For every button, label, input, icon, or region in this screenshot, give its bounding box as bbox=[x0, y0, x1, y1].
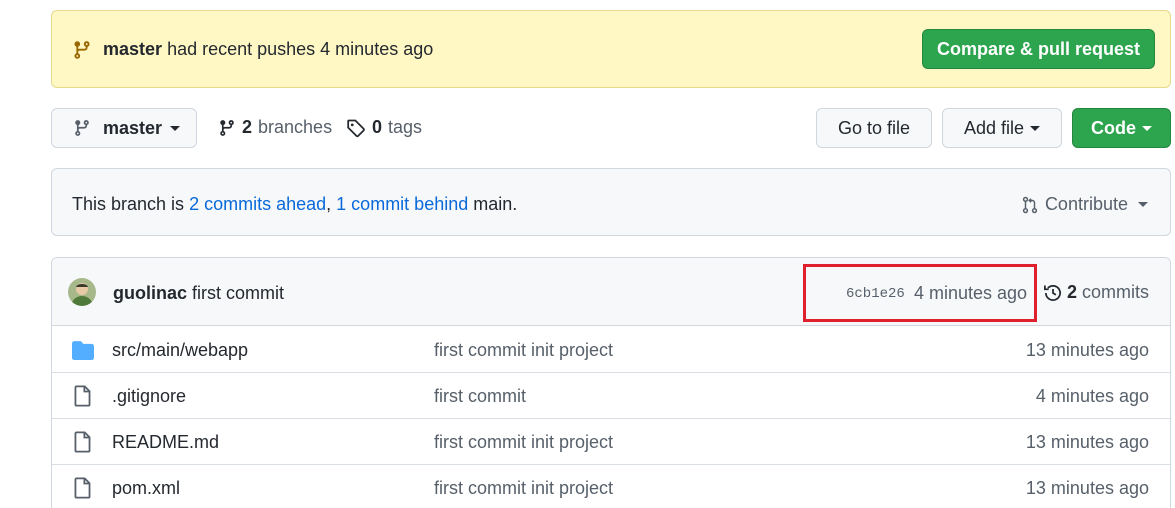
file-commit-message[interactable]: first commit bbox=[434, 386, 526, 407]
comparison-separator: , bbox=[326, 194, 332, 214]
file-commit-message[interactable]: first commit init project bbox=[434, 340, 613, 361]
branches-link[interactable]: 2 branches bbox=[218, 117, 332, 138]
branch-selector-label: master bbox=[103, 117, 163, 138]
file-commit-time: 4 minutes ago bbox=[1035, 386, 1149, 406]
commits-history-link[interactable]: 2 commits bbox=[1043, 282, 1149, 303]
file-commit-message[interactable]: first commit init project bbox=[434, 478, 613, 499]
add-file-label: Add file bbox=[963, 117, 1025, 138]
chevron-down-icon bbox=[1138, 202, 1148, 207]
list-item: README.md first commit init project 13 m… bbox=[52, 419, 1170, 465]
code-label: Code bbox=[1091, 117, 1136, 138]
list-item: pom.xml first commit init project 13 min… bbox=[52, 465, 1170, 508]
chevron-down-icon bbox=[1142, 125, 1152, 131]
history-icon bbox=[1044, 284, 1061, 301]
git-branch-icon bbox=[75, 120, 89, 136]
pull-request-icon bbox=[1022, 196, 1038, 213]
git-branch-icon bbox=[220, 119, 234, 136]
tags-count: 0 bbox=[372, 117, 383, 137]
file-name-link[interactable]: src/main/webapp bbox=[112, 340, 248, 361]
banner-text: master had recent pushes 4 minutes ago bbox=[103, 39, 433, 60]
branches-count: 2 bbox=[242, 117, 253, 137]
contribute-dropdown[interactable]: Contribute bbox=[1021, 194, 1148, 215]
file-icon bbox=[74, 477, 91, 499]
file-icon bbox=[74, 431, 91, 453]
commits-label: commits bbox=[1082, 282, 1150, 302]
tags-label: tags bbox=[388, 117, 423, 137]
add-file-button[interactable]: Add file bbox=[942, 108, 1062, 148]
file-commit-time: 13 minutes ago bbox=[1025, 340, 1149, 360]
file-commit-time: 13 minutes ago bbox=[1025, 478, 1149, 498]
file-name-link[interactable]: README.md bbox=[112, 432, 219, 453]
branch-comparison-bar: This branch is 2 commits ahead, 1 commit… bbox=[51, 168, 1171, 236]
folder-icon bbox=[72, 341, 94, 360]
commits-behind-link[interactable]: 1 commit behind bbox=[336, 194, 468, 214]
comparison-suffix: main. bbox=[473, 194, 518, 214]
branch-selector-button[interactable]: master bbox=[51, 108, 197, 148]
file-commit-time: 13 minutes ago bbox=[1025, 432, 1149, 452]
banner-branch-name[interactable]: master bbox=[103, 39, 162, 59]
file-list: guolinac first commit 6cb1e26 4 minutes … bbox=[51, 257, 1171, 508]
go-to-file-button[interactable]: Go to file bbox=[816, 108, 932, 148]
compare-pull-request-button[interactable]: Compare & pull request bbox=[922, 29, 1155, 69]
list-item: src/main/webapp first commit init projec… bbox=[52, 327, 1170, 373]
file-commit-message[interactable]: first commit init project bbox=[434, 432, 613, 453]
file-name-link[interactable]: pom.xml bbox=[112, 478, 180, 499]
code-button[interactable]: Code bbox=[1072, 108, 1171, 148]
recent-push-banner: master had recent pushes 4 minutes ago C… bbox=[51, 10, 1171, 88]
commit-message[interactable]: first commit bbox=[192, 283, 284, 303]
commit-author[interactable]: guolinac bbox=[113, 283, 187, 303]
commits-ahead-link[interactable]: 2 commits ahead bbox=[189, 194, 326, 214]
chevron-down-icon bbox=[170, 125, 181, 131]
comparison-prefix: This branch is bbox=[72, 194, 185, 214]
avatar-image-icon bbox=[68, 278, 96, 306]
banner-message: had recent pushes 4 minutes ago bbox=[167, 39, 434, 59]
chevron-down-icon bbox=[1030, 125, 1041, 131]
commits-count: 2 bbox=[1067, 282, 1078, 302]
branches-label: branches bbox=[258, 117, 333, 137]
latest-commit-header: guolinac first commit 6cb1e26 4 minutes … bbox=[52, 258, 1170, 326]
file-name-link[interactable]: .gitignore bbox=[112, 386, 186, 407]
tag-icon bbox=[347, 119, 365, 137]
highlight-annotation-box bbox=[803, 264, 1037, 322]
list-item: .gitignore first commit 4 minutes ago bbox=[52, 373, 1170, 419]
branch-comparison-text: This branch is 2 commits ahead, 1 commit… bbox=[72, 194, 517, 215]
file-icon bbox=[74, 385, 91, 407]
tags-link[interactable]: 0 tags bbox=[346, 117, 422, 138]
avatar[interactable] bbox=[68, 278, 96, 306]
git-branch-icon bbox=[74, 41, 90, 59]
commit-author-line: guolinac first commit bbox=[113, 283, 284, 304]
contribute-label: Contribute bbox=[1044, 194, 1128, 214]
